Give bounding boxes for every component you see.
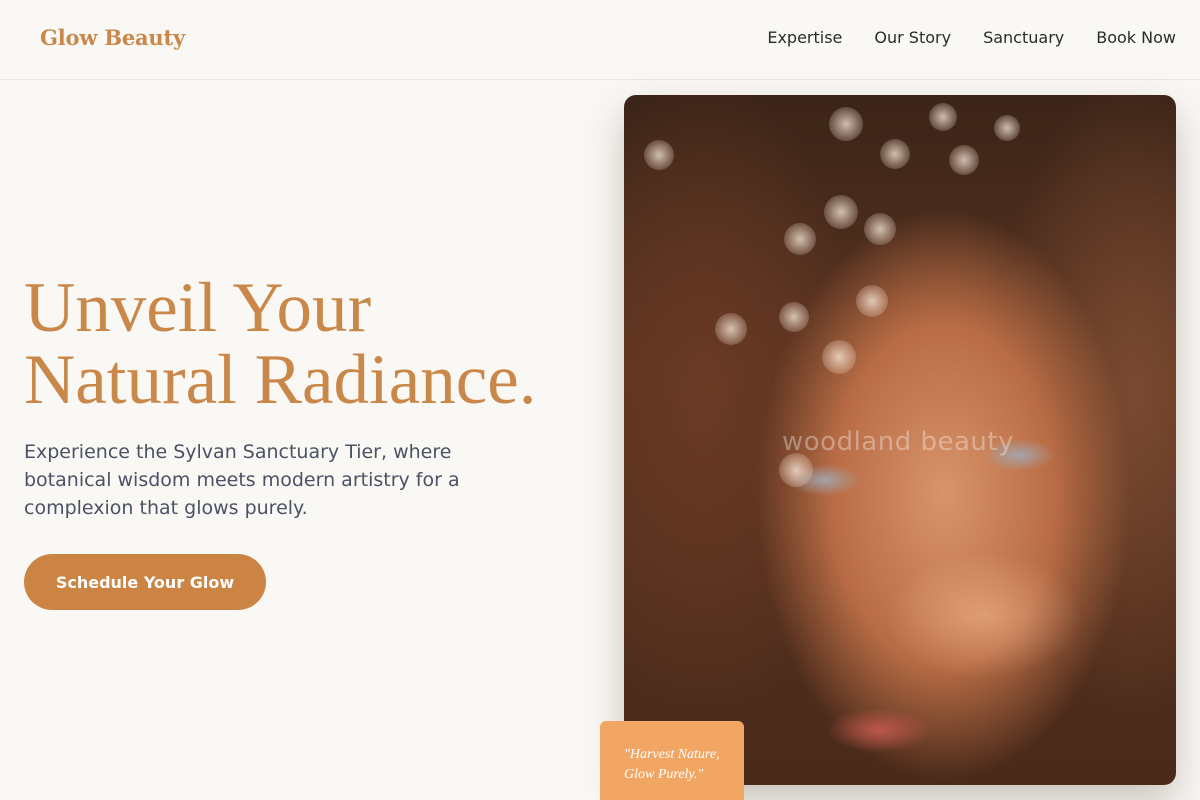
hero-portrait-image: woodland beauty <box>624 95 1176 785</box>
nav-link-expertise[interactable]: Expertise <box>767 28 842 47</box>
bokeh-light <box>929 103 957 131</box>
nav-link-book-now[interactable]: Book Now <box>1096 28 1176 47</box>
brand-logo[interactable]: Glow Beauty <box>40 25 185 50</box>
quote-line-1: "Harvest Nature, <box>624 747 720 762</box>
bokeh-light <box>949 145 979 175</box>
quote-line-2: Glow Purely." <box>624 767 704 782</box>
bokeh-light <box>880 139 910 169</box>
bokeh-light <box>715 313 747 345</box>
hero-subtitle: Experience the Sylvan Sanctuary Tier, wh… <box>24 441 460 519</box>
quote-card: "Harvest Nature, Glow Purely." <box>600 721 744 800</box>
hero-title-line-1: Unveil Your <box>24 269 372 347</box>
bokeh-light <box>779 302 809 332</box>
nav-link-our-story[interactable]: Our Story <box>874 28 951 47</box>
bokeh-light <box>994 115 1020 141</box>
bokeh-light <box>822 340 856 374</box>
hero-title-line-2: Natural Radiance. <box>24 341 537 419</box>
nav-link-sanctuary[interactable]: Sanctuary <box>983 28 1064 47</box>
bokeh-light <box>644 140 674 170</box>
bokeh-light <box>784 223 816 255</box>
bokeh-light <box>829 107 863 141</box>
bokeh-light <box>864 213 896 245</box>
main-nav: Expertise Our Story Sanctuary Book Now <box>767 28 1176 47</box>
bokeh-light <box>779 453 813 487</box>
bokeh-light <box>824 195 858 229</box>
hero-title: Unveil Your Natural Radiance. <box>24 272 594 416</box>
bokeh-light <box>856 285 888 317</box>
image-watermark: woodland beauty <box>782 427 1014 457</box>
schedule-glow-button[interactable]: Schedule Your Glow <box>24 554 266 610</box>
site-header: Glow Beauty Expertise Our Story Sanctuar… <box>0 0 1200 80</box>
